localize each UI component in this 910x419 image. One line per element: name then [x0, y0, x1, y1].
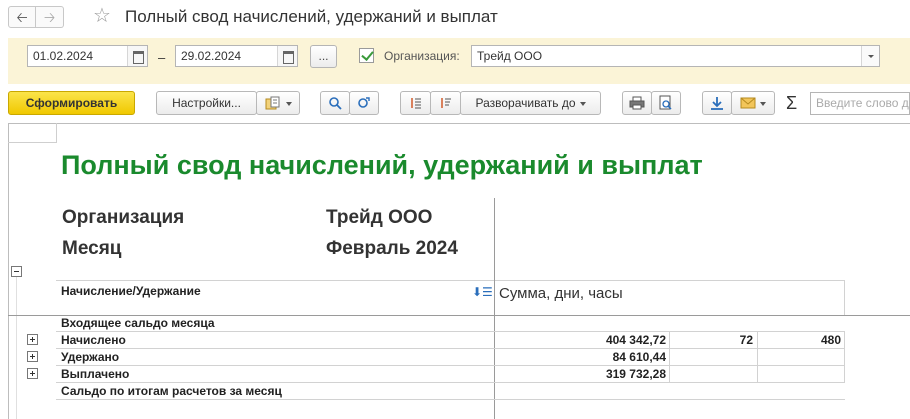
expand-to-label: Разворачивать до: [475, 96, 576, 110]
period-separator: –: [158, 50, 166, 65]
find-button[interactable]: [320, 91, 350, 115]
settings-button[interactable]: Настройки...: [156, 91, 257, 115]
column-header-sum[interactable]: Сумма, дни, часы: [499, 285, 623, 302]
favorite-star-icon[interactable]: ☆: [93, 4, 111, 28]
organization-label: Организация:: [384, 49, 460, 63]
variants-button[interactable]: [256, 91, 300, 115]
calendar-icon[interactable]: [277, 46, 297, 66]
expand-button[interactable]: [430, 91, 461, 115]
arrow-right-icon: 🡢: [43, 9, 56, 25]
chevron-down-icon[interactable]: [861, 46, 879, 66]
grid-line: [56, 365, 845, 366]
back-button[interactable]: 🡠: [8, 6, 36, 28]
collapse-levels-icon: [410, 97, 421, 109]
sum-icon[interactable]: Σ: [786, 92, 797, 114]
grid-line: [844, 280, 845, 316]
date-from-value: 01.02.2024: [33, 49, 94, 63]
month-caption: Месяц: [62, 238, 122, 259]
send-button[interactable]: [731, 91, 775, 115]
expand-row-icon[interactable]: [27, 334, 38, 345]
expand-row-icon[interactable]: [27, 351, 38, 362]
expand-levels-icon: [440, 97, 451, 108]
sort-icon[interactable]: ⬇☰: [472, 285, 493, 299]
table-row-label[interactable]: Выплачено: [61, 366, 129, 383]
search-next-icon: [358, 97, 370, 108]
expand-row-icon[interactable]: [27, 368, 38, 379]
report-variants-icon: [265, 96, 280, 110]
search-input[interactable]: Введите слово д: [810, 92, 910, 115]
collapse-button[interactable]: [400, 91, 431, 115]
grid-line: [56, 280, 845, 281]
download-icon: [711, 96, 723, 110]
gutter-divider: [8, 142, 56, 143]
date-to-value: 29.02.2024: [181, 49, 242, 63]
select-period-button[interactable]: ...: [310, 45, 337, 68]
preview-button[interactable]: [651, 91, 681, 115]
forward-button[interactable]: 🡢: [36, 6, 64, 28]
column-header-item[interactable]: Начисление/Удержание: [61, 283, 201, 300]
table-cell-sum[interactable]: 319 732,28: [560, 366, 666, 383]
calendar-icon[interactable]: [127, 46, 147, 66]
table-row-label[interactable]: Входящее сальдо месяца: [61, 315, 215, 332]
print-button[interactable]: [622, 91, 652, 115]
group-line: [16, 277, 17, 419]
organization-value: Трейд ООО: [477, 49, 543, 63]
generate-button[interactable]: Сформировать: [8, 91, 135, 115]
grid-line: [757, 331, 758, 382]
table-row-label[interactable]: Сальдо по итогам расчетов за месяц: [61, 383, 282, 400]
gutter-divider: [56, 123, 57, 143]
organization-field[interactable]: Трейд ООО: [471, 45, 880, 67]
chevron-down-icon: [760, 101, 766, 106]
find-next-button[interactable]: [349, 91, 379, 115]
date-from-field[interactable]: 01.02.2024: [27, 45, 148, 67]
table-row-label[interactable]: Удержано: [61, 349, 119, 366]
window-title: Полный свод начислений, удержаний и выпл…: [125, 7, 498, 26]
table-row-label[interactable]: Начислено: [61, 332, 126, 349]
table-cell-days[interactable]: 72: [672, 332, 753, 349]
expand-to-button[interactable]: Разворачивать до: [460, 91, 601, 115]
table-cell-sum[interactable]: 84 610,44: [560, 349, 666, 366]
organization-value: Трейд ООО: [326, 207, 433, 228]
envelope-icon: [740, 97, 756, 109]
collapse-group-icon[interactable]: [11, 266, 22, 277]
search-icon: [329, 97, 342, 110]
table-cell-hours[interactable]: 480: [760, 332, 841, 349]
print-preview-icon: [659, 95, 672, 110]
grid-line: [669, 331, 670, 382]
organization-caption: Организация: [62, 207, 185, 228]
grid-line: [494, 198, 495, 419]
report-title: Полный свод начислений, удержаний и выпл…: [61, 150, 703, 180]
month-value: Февраль 2024: [326, 238, 458, 259]
date-to-field[interactable]: 29.02.2024: [175, 45, 298, 67]
organization-checkbox[interactable]: [359, 48, 374, 63]
save-button[interactable]: [702, 91, 732, 115]
grid-line: [844, 331, 845, 382]
chevron-down-icon: [579, 101, 586, 106]
chevron-down-icon: [286, 101, 292, 106]
arrow-left-icon: 🡠: [16, 9, 28, 25]
printer-icon: [629, 96, 645, 110]
table-cell-sum[interactable]: 404 342,72: [560, 332, 666, 349]
